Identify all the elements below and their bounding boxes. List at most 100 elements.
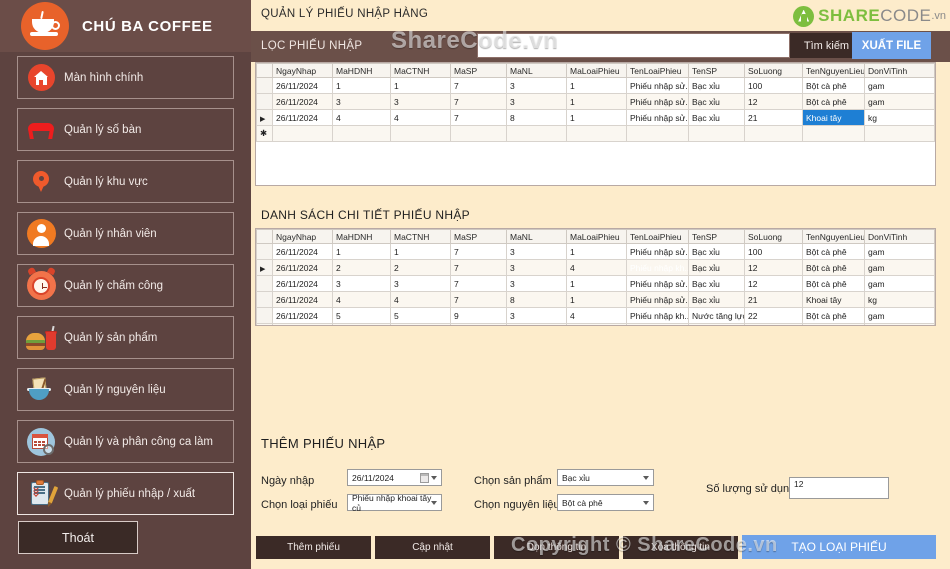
table-row[interactable]: 26/11/2024 4 4 7 8 1 Phiếu nhập sử... Bạc xỉu 21… [256, 291, 935, 308]
table-cell[interactable]: 3 [506, 275, 567, 292]
table-row[interactable]: 26/11/2024 1 1 7 3 1 Phiếu nhập sử... Bạc xỉu 10… [256, 77, 935, 94]
table-cell[interactable]: 3 [332, 93, 391, 110]
table-cell[interactable]: 7 [450, 291, 507, 308]
table-cell[interactable]: 4 [390, 109, 451, 126]
column-header-donvitinh[interactable]: DonViTinh [864, 229, 935, 244]
table-cell[interactable] [802, 323, 865, 325]
column-header-masp[interactable]: MaSP [450, 63, 507, 78]
table-cell[interactable]: 4 [390, 291, 451, 308]
sidebar-item-quan-ly-nhan-vien[interactable]: Quản lý nhân viên [17, 212, 234, 255]
table-cell[interactable] [744, 323, 803, 325]
table-cell[interactable]: Phiếu nhập sử... [626, 109, 689, 126]
table-cell[interactable]: kg [864, 109, 935, 126]
column-header-manl[interactable]: MaNL [506, 229, 567, 244]
table-cell[interactable]: Bạc xỉu [688, 275, 745, 292]
table-row[interactable]: 26/11/2024 3 3 7 3 1 Phiếu nhập sử... Bạc xỉu 12… [256, 93, 935, 110]
table-cell[interactable] [506, 125, 567, 142]
table-cell[interactable]: Bột cà phê [802, 77, 865, 94]
table-cell[interactable] [626, 323, 689, 325]
table-cell[interactable]: gam [864, 275, 935, 292]
sidebar-item-man-hinh-chinh[interactable]: Màn hình chính [17, 56, 234, 99]
table-cell[interactable]: Bột cà phê [802, 307, 865, 324]
table-cell[interactable]: 12 [744, 93, 803, 110]
table-cell[interactable]: 26/11/2024 [272, 109, 333, 126]
table-cell[interactable]: 7 [450, 243, 507, 260]
table-cell[interactable]: 3 [506, 243, 567, 260]
column-header-soluong[interactable]: SoLuong [744, 229, 803, 244]
so-luong-input[interactable]: 12 [789, 477, 889, 499]
sidebar-item-quan-ly-phieu-nhap-xuat[interactable]: Quản lý phiếu nhập / xuất [17, 472, 234, 515]
table-cell[interactable]: 26/11/2024 [272, 259, 333, 276]
table-cell[interactable]: 7 [450, 77, 507, 94]
phieu-nhap-grid[interactable]: NgayNhap MaHDNH MaCTNH MaSP MaNL MaLoaiPhieu T… [255, 62, 936, 186]
table-cell[interactable]: Bột cà phê [802, 93, 865, 110]
table-cell[interactable]: 7 [450, 275, 507, 292]
table-cell[interactable] [688, 323, 745, 325]
column-header-maloaiphieu[interactable]: MaLoaiPhieu [566, 229, 627, 244]
column-header-tennguyenlieu[interactable]: TenNguyenLieu [802, 63, 865, 78]
table-cell[interactable] [626, 125, 689, 142]
table-cell[interactable]: 8 [506, 291, 567, 308]
table-cell[interactable]: 26/11/2024 [272, 307, 333, 324]
column-header-donvitinh[interactable]: DonViTinh [864, 63, 935, 78]
sidebar-item-quan-ly-ca-lam[interactable]: Quản lý và phân công ca làm [17, 420, 234, 463]
table-cell[interactable]: 100 [744, 77, 803, 94]
table-cell[interactable]: 26/11/2024 [272, 93, 333, 110]
table-cell[interactable]: 1 [566, 109, 627, 126]
column-header-tenloaiphieu[interactable]: TenLoaiPhieu [626, 229, 689, 244]
table-cell[interactable]: 7 [450, 109, 507, 126]
table-cell[interactable]: 1 [390, 77, 451, 94]
table-cell[interactable] [272, 125, 333, 142]
table-cell[interactable]: 4 [566, 307, 627, 324]
tao-loai-phieu-button[interactable]: TẠO LOẠI PHIẾU [742, 535, 936, 559]
table-cell[interactable]: 3 [332, 275, 391, 292]
sidebar-item-quan-ly-nguyen-lieu[interactable]: Quản lý nguyên liệu [17, 368, 234, 411]
table-cell[interactable] [802, 125, 865, 142]
table-row[interactable]: 26/11/2024 3 3 7 3 1 Phiếu nhập sử... Bạc xỉu 12… [256, 275, 935, 292]
table-cell[interactable] [332, 323, 391, 325]
table-cell[interactable] [450, 125, 507, 142]
table-row[interactable]: ▶ 26/11/2024 4 4 7 8 1 Phiếu nhập sử... Bạc xỉu 2… [256, 109, 935, 126]
table-cell[interactable]: 12 [744, 259, 803, 276]
row-selector-cell[interactable]: ▶ [256, 259, 273, 276]
table-cell[interactable]: 2 [332, 259, 391, 276]
column-header-tensp[interactable]: TenSP [688, 63, 745, 78]
table-cell[interactable]: 7 [450, 259, 507, 276]
table-cell[interactable]: Bạc xỉu [688, 259, 745, 276]
column-header-mactnh[interactable]: MaCTNH [390, 229, 451, 244]
column-header-maloaiphieu[interactable]: MaLoaiPhieu [566, 63, 627, 78]
new-row-marker-icon[interactable]: ✱ [256, 125, 273, 142]
ngay-nhap-datepicker[interactable]: 26/11/2024 [347, 469, 442, 486]
table-cell[interactable]: 1 [566, 275, 627, 292]
table-cell[interactable]: Bạc xỉu [688, 291, 745, 308]
table-cell[interactable]: Phiếu nhập sử... [626, 291, 689, 308]
row-selector-cell[interactable] [256, 275, 273, 292]
table-cell[interactable] [688, 125, 745, 142]
table-cell[interactable]: 26/11/2024 [272, 243, 333, 260]
table-cell[interactable]: kg [864, 291, 935, 308]
new-row-marker-icon[interactable]: ✱ [256, 323, 273, 325]
table-cell[interactable]: 21 [744, 291, 803, 308]
table-cell[interactable]: 26/11/2024 [272, 77, 333, 94]
column-header-tensp[interactable]: TenSP [688, 229, 745, 244]
table-cell[interactable]: 8 [506, 109, 567, 126]
table-cell[interactable]: 7 [450, 93, 507, 110]
table-cell[interactable]: 22 [744, 307, 803, 324]
export-file-button[interactable]: XUẤT FILE [852, 32, 931, 59]
table-cell[interactable]: Bạc xỉu [688, 93, 745, 110]
table-cell[interactable]: Bột cà phê [802, 259, 865, 276]
xoa-thong-tin-button[interactable]: Xóa thông tin [623, 536, 738, 559]
loai-phieu-select[interactable]: Phiếu nhập khoai tây củ [347, 493, 442, 513]
table-cell[interactable] [332, 125, 391, 142]
table-cell[interactable]: gam [864, 259, 935, 276]
table-cell[interactable]: 100 [744, 243, 803, 260]
column-header-ngaynhap[interactable]: NgayNhap [272, 229, 333, 244]
table-cell[interactable]: 1 [332, 77, 391, 94]
table-cell[interactable] [390, 125, 451, 142]
table-cell[interactable]: Bạc xỉu [688, 77, 745, 94]
table-row[interactable]: ▶ 26/11/2024 2 2 7 3 4 Phiếu nhập kh... Bạc xỉu 1… [256, 259, 935, 276]
table-cell[interactable]: Nước tăng lực ... [688, 307, 745, 324]
table-cell[interactable] [390, 323, 451, 325]
table-cell[interactable]: 26/11/2024 [272, 275, 333, 292]
table-cell[interactable]: 1 [566, 93, 627, 110]
